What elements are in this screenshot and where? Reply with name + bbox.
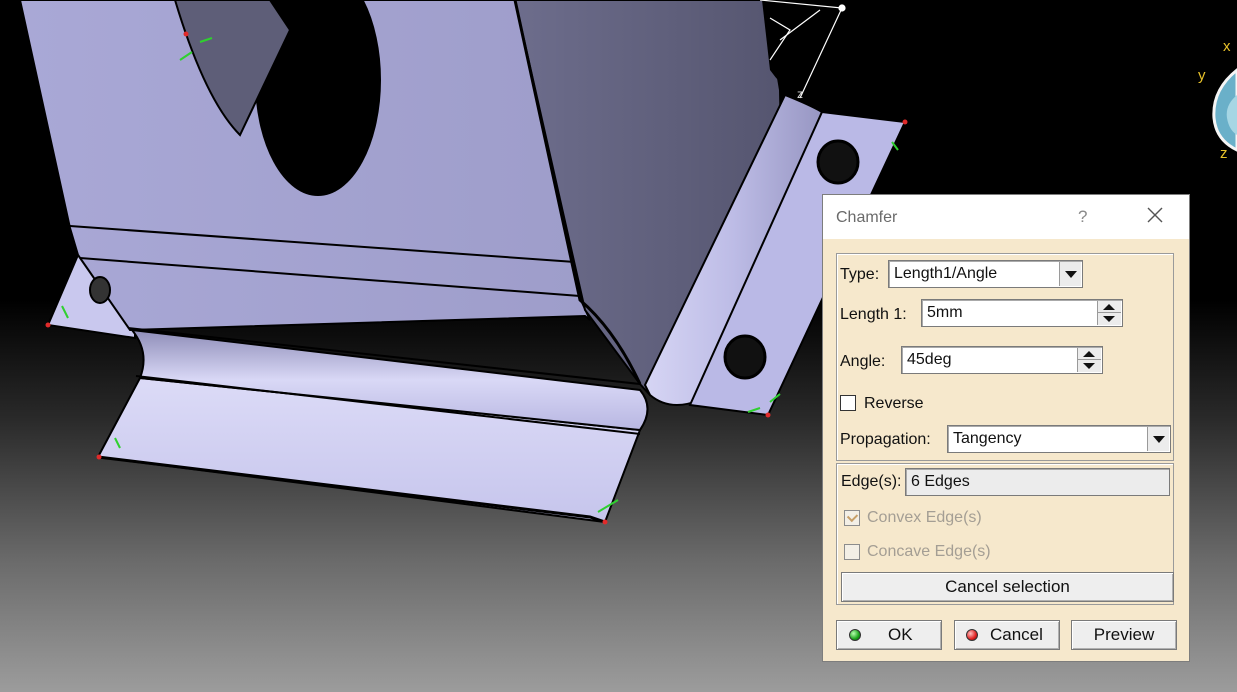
dialog-title-bar[interactable]: Chamfer ? (823, 195, 1189, 239)
cancel-selection-button[interactable]: Cancel selection (841, 572, 1174, 602)
angle-label: Angle: (840, 353, 886, 370)
flange-hole-top (816, 139, 860, 185)
concave-edges-checkbox (844, 544, 860, 560)
convex-edges-label: Convex Edge(s) (867, 509, 982, 526)
propagation-label: Propagation: (840, 431, 931, 448)
angle-spinner[interactable] (1077, 348, 1101, 372)
reverse-checkbox[interactable] (840, 395, 856, 411)
chevron-down-icon[interactable] (1059, 262, 1081, 286)
propagation-value: Tangency (953, 430, 1022, 447)
convex-edges-checkbox (844, 510, 860, 526)
flange-hole-bottom (723, 334, 767, 380)
ok-button[interactable]: OK (836, 620, 942, 650)
chamfer-dialog: Chamfer ? Type: Length1/Angle Length 1: … (822, 194, 1190, 662)
dialog-title: Chamfer (836, 209, 898, 226)
back-hole (89, 276, 111, 304)
type-dropdown[interactable]: Length1/Angle (888, 260, 1083, 288)
length1-spinner[interactable] (1097, 301, 1121, 325)
spin-up-icon[interactable] (1078, 348, 1101, 360)
cancel-icon (966, 629, 978, 641)
edges-field[interactable]: 6 Edges (905, 468, 1170, 496)
angle-field[interactable]: 45deg (901, 346, 1103, 374)
edges-label: Edge(s): (841, 473, 902, 490)
compass-z-label: z (1220, 145, 1228, 162)
spin-down-icon[interactable] (1078, 360, 1101, 372)
cancel-label: Cancel (990, 625, 1043, 644)
length1-field[interactable]: 5mm (921, 299, 1123, 327)
close-icon[interactable] (1145, 205, 1165, 225)
spin-up-icon[interactable] (1098, 301, 1121, 313)
propagation-dropdown[interactable]: Tangency (947, 425, 1171, 453)
preview-button[interactable]: Preview (1071, 620, 1177, 650)
ok-label: OK (888, 625, 913, 644)
type-label: Type: (840, 266, 880, 283)
sheet-metal-part[interactable] (18, 0, 908, 525)
edges-value: 6 Edges (911, 473, 970, 490)
concave-edges-label: Concave Edge(s) (867, 543, 991, 560)
length1-value: 5mm (927, 304, 963, 321)
chevron-down-icon[interactable] (1147, 427, 1169, 451)
compass-y-label: y (1198, 67, 1206, 84)
length1-label: Length 1: (840, 306, 907, 323)
spin-down-icon[interactable] (1098, 313, 1121, 325)
compass-x-label: x (1223, 38, 1231, 55)
angle-value: 45deg (907, 351, 952, 368)
type-value: Length1/Angle (894, 265, 998, 282)
reverse-label[interactable]: Reverse (864, 395, 924, 413)
cancel-button[interactable]: Cancel (954, 620, 1060, 650)
ok-icon (849, 629, 861, 641)
compass[interactable]: x y z (1198, 38, 1237, 162)
part-axis-z-label: z (797, 87, 803, 101)
help-button[interactable]: ? (1078, 207, 1087, 227)
